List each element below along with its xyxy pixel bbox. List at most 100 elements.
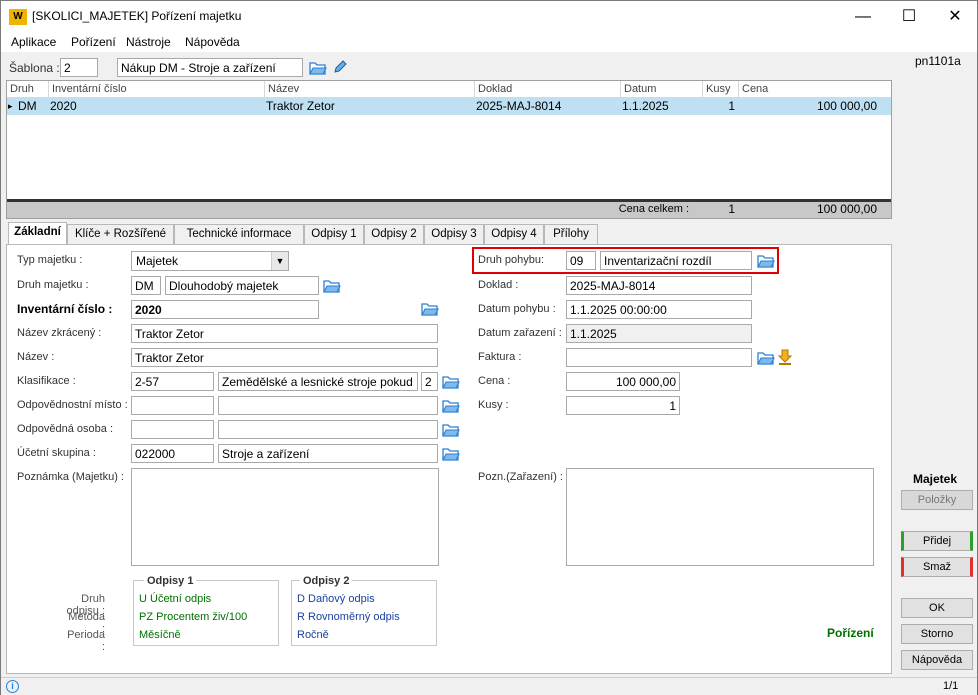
sablona-label: Šablona :	[9, 61, 60, 75]
app-logo: W	[9, 9, 27, 25]
pridej-button[interactable]: Přidej	[901, 531, 973, 551]
col-header-druh[interactable]: Druh	[7, 81, 49, 97]
info-icon[interactable]: i	[6, 680, 19, 693]
typ-majetku-select[interactable]: Majetek ▼	[131, 251, 289, 271]
odp-osoba-name[interactable]	[218, 420, 438, 439]
klasifikace-name[interactable]	[218, 372, 418, 391]
datum-zarazeni-label: Datum zařazení :	[478, 327, 562, 339]
pozn-zarazeni-label: Pozn.(Zařazení) :	[478, 471, 563, 483]
col-header-kusy[interactable]: Kusy	[703, 81, 739, 97]
odp-misto-code[interactable]	[131, 396, 214, 415]
perioda-label: Perioda :	[67, 629, 105, 653]
druh-majetku-name[interactable]	[165, 276, 319, 295]
napoveda-button[interactable]: Nápověda	[901, 650, 973, 670]
col-header-inv[interactable]: Inventární číslo	[49, 81, 265, 97]
nazev-label: Název :	[17, 351, 55, 363]
folder-open-icon[interactable]	[309, 60, 327, 75]
page-indicator: 1/1	[943, 680, 959, 692]
folder-open-icon[interactable]	[442, 422, 460, 437]
odpisy2-druh: D Daňový odpis	[297, 593, 375, 605]
menu-porizeni[interactable]: Pořízení	[71, 35, 116, 49]
odpisy1-perioda: Měsíčně	[139, 629, 181, 641]
faktura-input[interactable]	[566, 348, 752, 367]
maximize-button[interactable]: ☐	[886, 1, 932, 32]
druh-majetku-label: Druh majetku :	[17, 279, 89, 291]
grid-footer: Cena celkem : 1 100 000,00	[7, 199, 891, 218]
druh-majetku-code[interactable]	[131, 276, 161, 295]
nazev-zkraceny-input[interactable]	[131, 324, 438, 343]
folder-open-icon[interactable]	[757, 253, 775, 268]
odp-misto-label: Odpovědnostní místo :	[17, 399, 128, 411]
storno-button[interactable]: Storno	[901, 624, 973, 644]
minimize-button[interactable]: —	[840, 1, 886, 32]
folder-open-icon[interactable]	[442, 398, 460, 413]
table-row[interactable]: ▸ DM 2020 Traktor Zetor 2025-MAJ-8014 1.…	[7, 97, 891, 115]
close-button[interactable]: ✕	[932, 1, 978, 32]
odpisy2-title: Odpisy 2	[300, 575, 353, 587]
smaz-button[interactable]: Smaž	[901, 557, 973, 577]
tab-technicke[interactable]: Technické informace	[174, 224, 304, 244]
folder-open-icon[interactable]	[442, 446, 460, 461]
polozky-button[interactable]: Položky	[901, 490, 973, 510]
odpisy1-metoda: PZ Procentem živ/100	[139, 611, 248, 623]
cell-cena: 100 000,00	[816, 99, 877, 113]
ok-button[interactable]: OK	[901, 598, 973, 618]
odp-osoba-code[interactable]	[131, 420, 214, 439]
col-header-datum[interactable]: Datum	[621, 81, 703, 97]
druh-pohybu-name[interactable]	[600, 251, 752, 270]
ucetni-skupina-code[interactable]	[131, 444, 214, 463]
menu-napoveda[interactable]: Nápověda	[185, 35, 240, 49]
folder-open-icon[interactable]	[757, 350, 775, 365]
menu-aplikace[interactable]: Aplikace	[11, 35, 56, 49]
col-header-nazev[interactable]: Název	[265, 81, 475, 97]
pencil-edit-icon[interactable]	[333, 59, 347, 74]
druh-pohybu-code[interactable]	[566, 251, 596, 270]
title-bar: W [SKOLICI_MAJETEK] Pořízení majetku — ☐…	[1, 1, 977, 32]
typ-majetku-value: Majetek	[136, 254, 179, 268]
footer-cena: 100 000,00	[816, 202, 877, 216]
cell-kusy: 1	[728, 99, 735, 113]
klasifikace-num[interactable]	[421, 372, 438, 391]
chevron-down-icon[interactable]: ▼	[271, 252, 288, 270]
poznamka-label: Poznámka (Majetku) :	[17, 471, 124, 483]
datum-zarazeni-input	[566, 324, 752, 343]
sablona-code-input[interactable]	[60, 58, 98, 77]
tab-zakladni[interactable]: Základní	[8, 222, 67, 244]
folder-open-icon[interactable]	[323, 278, 341, 293]
ucetni-skupina-name[interactable]	[218, 444, 438, 463]
items-grid: Druh Inventární číslo Název Doklad Datum…	[6, 80, 892, 219]
typ-majetku-label: Typ majetku :	[17, 254, 83, 266]
menu-bar: Aplikace Pořízení Nástroje Nápověda	[1, 32, 977, 52]
sablona-name-input[interactable]	[117, 58, 303, 77]
tab-odpisy1[interactable]: Odpisy 1	[304, 224, 364, 244]
odp-osoba-label: Odpovědná osoba :	[17, 423, 114, 435]
app-window: W [SKOLICI_MAJETEK] Pořízení majetku — ☐…	[0, 0, 978, 695]
tab-odpisy4[interactable]: Odpisy 4	[484, 224, 544, 244]
odp-misto-name[interactable]	[218, 396, 438, 415]
datum-pohybu-input[interactable]	[566, 300, 752, 319]
nazev-zkraceny-label: Název zkrácený :	[17, 327, 102, 339]
folder-open-icon[interactable]	[421, 301, 439, 316]
menu-nastroje[interactable]: Nástroje	[126, 35, 171, 49]
poznamka-textarea[interactable]	[131, 468, 439, 566]
inv-cislo-input[interactable]	[131, 300, 319, 319]
kusy-input[interactable]	[566, 396, 680, 415]
nazev-input[interactable]	[131, 348, 438, 367]
footer-label: Cena celkem :	[618, 203, 689, 215]
doklad-input[interactable]	[566, 276, 752, 295]
folder-open-icon[interactable]	[442, 374, 460, 389]
footer-kusy: 1	[728, 202, 735, 216]
download-arrow-icon[interactable]	[777, 349, 793, 365]
cena-input[interactable]	[566, 372, 680, 391]
klasifikace-code[interactable]	[131, 372, 214, 391]
cell-doklad: 2025-MAJ-8014	[476, 99, 562, 113]
tab-prilohy[interactable]: Přílohy	[544, 224, 598, 244]
pozn-zarazeni-textarea[interactable]	[566, 468, 874, 566]
doklad-label: Doklad :	[478, 279, 519, 291]
col-header-doklad[interactable]: Doklad	[475, 81, 621, 97]
col-header-cena[interactable]: Cena	[739, 81, 891, 97]
status-bar: i 1/1	[1, 677, 977, 695]
tab-odpisy3[interactable]: Odpisy 3	[424, 224, 484, 244]
tab-klice[interactable]: Klíče + Rozšířené	[67, 224, 174, 244]
tab-odpisy2[interactable]: Odpisy 2	[364, 224, 424, 244]
